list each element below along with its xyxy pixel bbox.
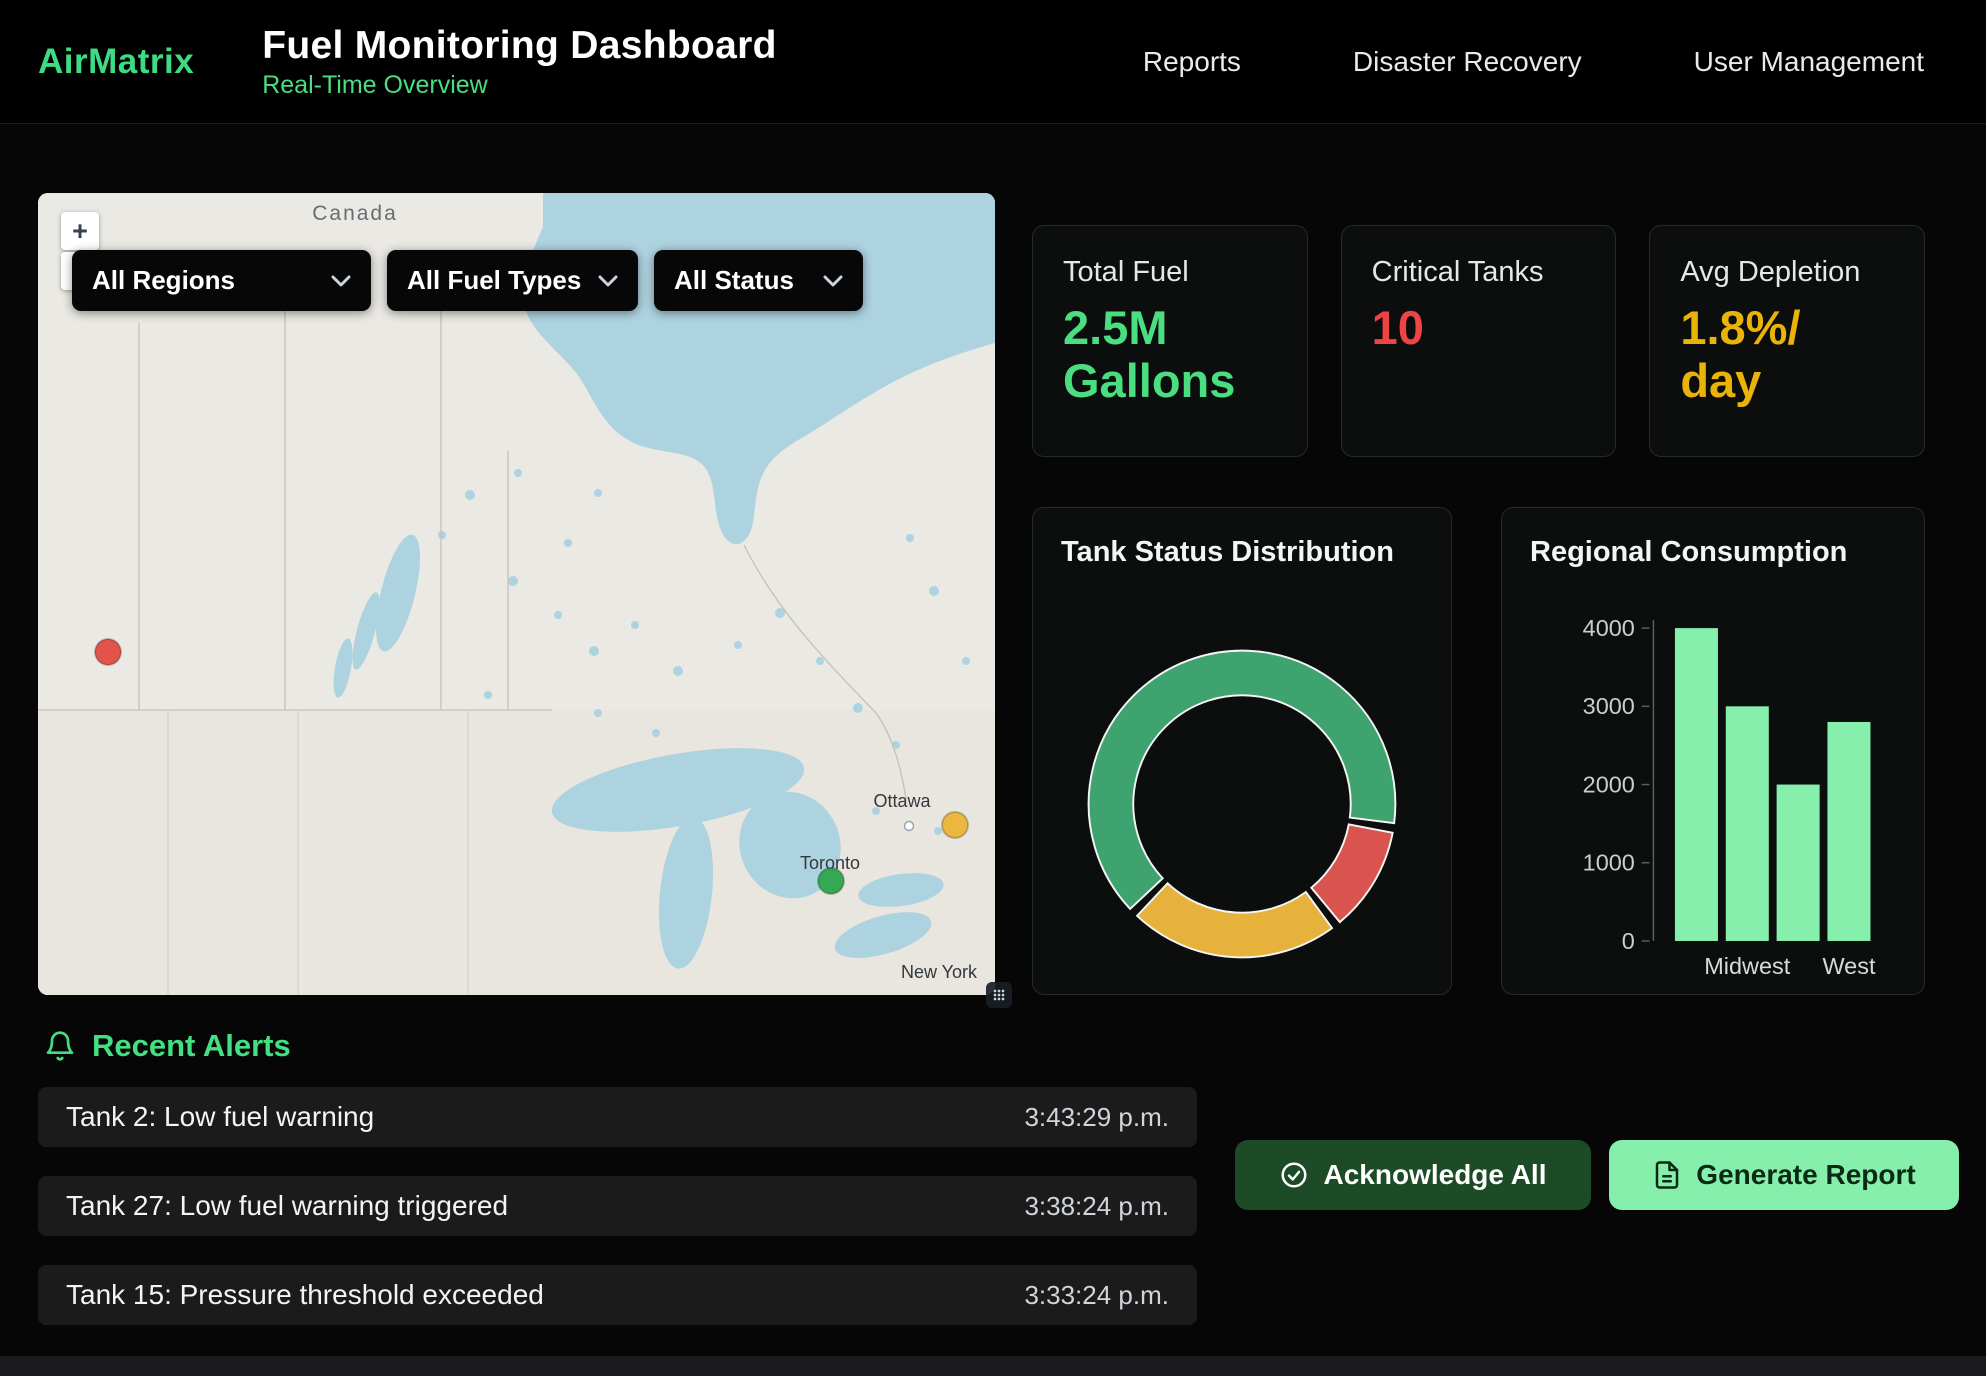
donut-segment-yellow — [1137, 883, 1332, 957]
alert-time: 3:43:29 p.m. — [1024, 1102, 1169, 1133]
acknowledge-all-button[interactable]: Acknowledge All — [1235, 1140, 1591, 1210]
critical-tank-marker[interactable] — [95, 639, 121, 665]
nav-reports[interactable]: Reports — [1143, 46, 1241, 78]
generate-report-label: Generate Report — [1696, 1159, 1915, 1191]
page-title: Fuel Monitoring Dashboard — [262, 24, 776, 68]
fuel-type-filter-value: All Fuel Types — [407, 265, 581, 296]
map-resize-handle[interactable] — [986, 982, 1012, 1008]
y-tick-label: 2000 — [1583, 771, 1635, 797]
tank-status-card: Tank Status Distribution — [1032, 507, 1452, 995]
map-canvas[interactable]: Canada Ottawa Toronto New York — [38, 193, 995, 995]
tank-status-donut — [1077, 639, 1407, 969]
acknowledge-all-label: Acknowledge All — [1323, 1159, 1546, 1191]
stat-card-critical-tanks: Critical Tanks 10 — [1341, 225, 1617, 457]
alert-list: Tank 2: Low fuel warning 3:43:29 p.m. Ta… — [38, 1087, 1197, 1354]
stat-label: Avg Depletion — [1680, 256, 1894, 289]
map-panel[interactable]: Canada Ottawa Toronto New York + All Reg… — [38, 193, 995, 995]
chevron-down-icon — [598, 275, 618, 287]
nav-disaster-recovery[interactable]: Disaster Recovery — [1353, 46, 1582, 78]
alerts-heading: Recent Alerts — [44, 1028, 291, 1064]
x-axis-label: West — [1822, 953, 1875, 979]
x-axis-label: Midwest — [1704, 953, 1790, 979]
stat-card-avg-depletion: Avg Depletion 1.8%/ day — [1649, 225, 1925, 457]
fuel-type-filter-dropdown[interactable]: All Fuel Types — [387, 250, 638, 311]
y-tick-label: 1000 — [1583, 850, 1635, 876]
regional-consumption-title: Regional Consumption — [1530, 536, 1896, 569]
stat-value: 10 — [1372, 301, 1586, 354]
y-tick-label: 4000 — [1583, 615, 1635, 641]
alert-message: Tank 2: Low fuel warning — [66, 1101, 374, 1133]
charts-row: Tank Status Distribution Regional Consum… — [1032, 507, 1925, 995]
main-nav: Reports Disaster Recovery User Managemen… — [1143, 46, 1986, 78]
alert-time: 3:33:24 p.m. — [1024, 1280, 1169, 1311]
warning-tank-marker[interactable] — [942, 812, 968, 838]
consumption-bar-3 — [1827, 722, 1870, 941]
check-circle-icon — [1279, 1160, 1309, 1190]
alert-time: 3:38:24 p.m. — [1024, 1191, 1169, 1222]
y-tick-label: 0 — [1622, 928, 1635, 954]
fuel-monitoring-dashboard: AirMatrix Fuel Monitoring Dashboard Real… — [0, 0, 1986, 1376]
map-label-ottawa: Ottawa — [873, 791, 931, 811]
ottawa-city-dot — [905, 822, 914, 831]
status-filter-dropdown[interactable]: All Status — [654, 250, 863, 311]
alert-actions: Acknowledge All Generate Report — [1235, 1140, 1959, 1210]
y-tick-label: 3000 — [1583, 693, 1635, 719]
bell-icon — [44, 1030, 76, 1062]
map-label-canada: Canada — [312, 202, 398, 225]
nav-user-management[interactable]: User Management — [1694, 46, 1924, 78]
stat-value: 2.5M Gallons — [1063, 301, 1277, 407]
alert-row[interactable]: Tank 2: Low fuel warning 3:43:29 p.m. — [38, 1087, 1197, 1147]
document-icon — [1652, 1160, 1682, 1190]
generate-report-button[interactable]: Generate Report — [1609, 1140, 1959, 1210]
alerts-heading-label: Recent Alerts — [92, 1028, 291, 1064]
status-filter-value: All Status — [674, 265, 794, 296]
consumption-bar-2 — [1777, 785, 1820, 941]
zoom-in-button[interactable]: + — [61, 212, 99, 250]
brand-logo[interactable]: AirMatrix — [38, 42, 194, 82]
app-header: AirMatrix Fuel Monitoring Dashboard Real… — [0, 0, 1986, 124]
consumption-bar-1 — [1726, 706, 1769, 941]
stat-card-total-fuel: Total Fuel 2.5M Gallons — [1032, 225, 1308, 457]
tank-status-title: Tank Status Distribution — [1061, 536, 1423, 569]
region-filter-value: All Regions — [92, 265, 235, 296]
chevron-down-icon — [331, 275, 351, 287]
stat-label: Critical Tanks — [1372, 256, 1586, 289]
alert-row[interactable]: Tank 15: Pressure threshold exceeded 3:3… — [38, 1265, 1197, 1325]
region-filter-dropdown[interactable]: All Regions — [72, 250, 371, 311]
alert-row[interactable]: Tank 27: Low fuel warning triggered 3:38… — [38, 1176, 1197, 1236]
drag-dots-icon — [991, 987, 1007, 1003]
page-subtitle: Real-Time Overview — [262, 71, 776, 100]
donut-segment-red — [1311, 824, 1392, 922]
stat-label: Total Fuel — [1063, 256, 1277, 289]
map-filter-bar: All Regions All Fuel Types All Status — [72, 250, 863, 311]
normal-tank-marker[interactable] — [818, 868, 844, 894]
title-block: Fuel Monitoring Dashboard Real-Time Over… — [262, 24, 776, 100]
window-bottom-bar — [0, 1356, 1986, 1376]
donut-wrap — [1061, 639, 1423, 969]
alert-message: Tank 15: Pressure threshold exceeded — [66, 1279, 544, 1311]
consumption-bar-0 — [1675, 628, 1718, 941]
stat-value: 1.8%/ day — [1680, 301, 1894, 407]
map-label-new-york: New York — [901, 962, 978, 982]
regional-consumption-card: Regional Consumption 0 1000 2000 3000 4000 Mi… — [1501, 507, 1925, 995]
regional-consumption-chart: 0 1000 2000 3000 4000 Midwest West — [1530, 589, 1902, 984]
alert-message: Tank 27: Low fuel warning triggered — [66, 1190, 508, 1222]
stats-row: Total Fuel 2.5M Gallons Critical Tanks 1… — [1032, 225, 1925, 457]
chevron-down-icon — [823, 275, 843, 287]
